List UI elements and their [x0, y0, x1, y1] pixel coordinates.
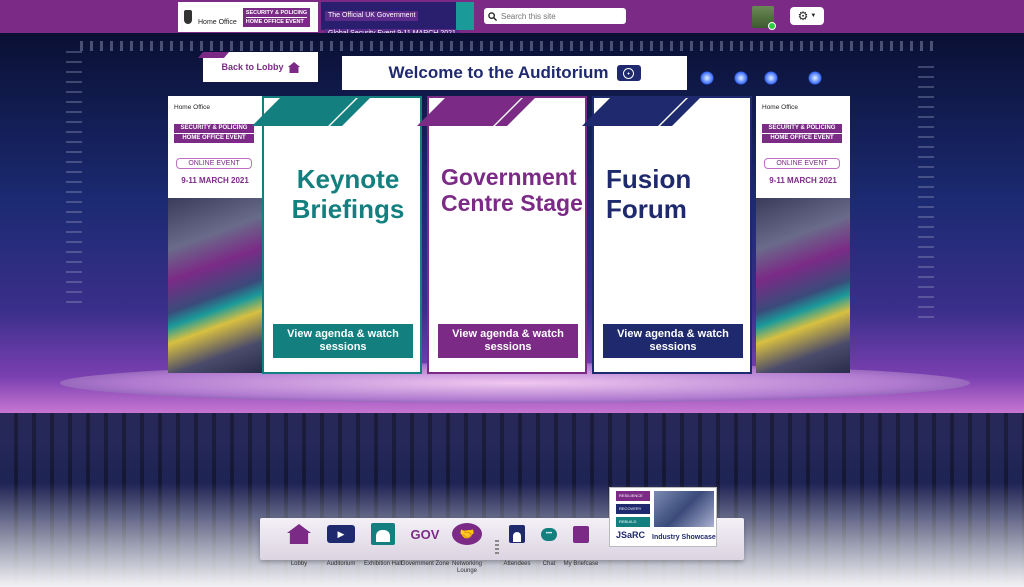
- play-icon: [327, 525, 355, 543]
- spotlight: [700, 71, 714, 85]
- banner-home-office: Home Office: [174, 104, 211, 111]
- panel-title: Government Centre Stage: [441, 164, 583, 216]
- showcase-tag: RESILIENCE: [616, 491, 650, 501]
- user-avatar[interactable]: [752, 6, 776, 30]
- spotlight: [808, 71, 822, 85]
- view-agenda-button[interactable]: View agenda & watch sessions: [438, 324, 578, 358]
- banner-badge: SECURITY & POLICING HOME OFFICE EVENT: [762, 124, 842, 143]
- home-office-text: Home Office: [198, 18, 237, 26]
- gear-icon: ⚙: [797, 9, 809, 23]
- nav-my-briefcase[interactable]: My Briefcase: [556, 521, 606, 567]
- briefcase-icon: [573, 525, 589, 543]
- back-to-lobby-button[interactable]: Back to Lobby: [197, 52, 318, 82]
- banner-badge-line-2: HOME OFFICE EVENT: [182, 135, 246, 141]
- security-policing-badge: SECURITY & POLICING HOME OFFICE EVENT: [242, 7, 311, 27]
- fusion-forum-panel[interactable]: Fusion Forum View agenda & watch session…: [582, 96, 752, 374]
- exhibition-icon: [371, 523, 395, 545]
- banner-photo: [756, 198, 850, 373]
- banner-badge-line-2: HOME OFFICE EVENT: [770, 135, 834, 141]
- banner-online-event: ONLINE EVENT: [176, 158, 252, 169]
- person-icon: [509, 525, 525, 543]
- government-centre-stage-panel[interactable]: Government Centre Stage View agenda & wa…: [417, 96, 587, 374]
- spotlight: [734, 71, 748, 85]
- home-icon: [287, 524, 311, 544]
- panel-title: Keynote Briefings: [291, 164, 405, 224]
- handshake-icon: 🤝: [452, 523, 482, 545]
- search-box[interactable]: [484, 8, 626, 24]
- panel-flag: [252, 98, 356, 126]
- keynote-briefings-panel[interactable]: Keynote Briefings View agenda & watch se…: [252, 96, 422, 374]
- showcase-tag: REBUILD: [616, 517, 650, 527]
- chevron-down-icon: ▼: [810, 13, 817, 19]
- home-office-logo[interactable]: Home Office SECURITY & POLICING HOME OFF…: [178, 2, 318, 32]
- banner-home-office: Home Office: [762, 104, 799, 111]
- crest-icon: [184, 10, 192, 24]
- truss-right: [918, 58, 934, 318]
- banner-date: 9-11 MARCH 2021: [769, 176, 837, 185]
- official-line-1: The Official UK Government: [325, 11, 419, 21]
- panel-flag: [582, 98, 686, 126]
- nav-networking-lounge-label: Networking Lounge: [451, 561, 482, 574]
- panel-title: Fusion Forum: [606, 164, 692, 224]
- banner-badge-line-1: SECURITY & POLICING: [762, 124, 842, 134]
- page-title: Welcome to the Auditorium: [388, 63, 609, 82]
- search-input[interactable]: [501, 11, 619, 21]
- welcome-banner: Welcome to the Auditorium: [342, 56, 687, 90]
- nav-my-briefcase-label: My Briefcase: [563, 561, 599, 567]
- badge-line-2: HOME OFFICE EVENT: [245, 18, 304, 25]
- settings-button[interactable]: ⚙ ▼: [790, 7, 824, 25]
- official-event-logo[interactable]: The Official UK Government Global Securi…: [321, 2, 474, 39]
- event-banner-left: Home Office SECURITY & POLICING HOME OFF…: [168, 96, 262, 373]
- lighting-rig: [80, 41, 940, 51]
- badge-line-1: SECURITY & POLICING: [245, 9, 308, 18]
- event-banner-right: Home Office SECURITY & POLICING HOME OFF…: [756, 96, 850, 373]
- nav-networking-lounge[interactable]: 🤝 Networking Lounge: [442, 521, 492, 574]
- home-icon: [287, 61, 300, 73]
- accent-slash: [197, 52, 229, 58]
- banner-badge-line-1: SECURITY & POLICING: [174, 124, 254, 134]
- showcase-image: [654, 491, 714, 527]
- showcase-tag: RECOVERY: [616, 504, 650, 514]
- logo-accent: [456, 2, 474, 30]
- industry-showcase-button[interactable]: RESILIENCE RECOVERY REBUILD JSaRC Indust…: [609, 487, 717, 547]
- view-agenda-button[interactable]: View agenda & watch sessions: [603, 324, 743, 358]
- play-icon: [616, 65, 641, 81]
- banner-badge: SECURITY & POLICING HOME OFFICE EVENT: [174, 124, 254, 143]
- industry-showcase-label: Industry Showcase: [652, 534, 716, 541]
- spotlight: [764, 71, 778, 85]
- gov-icon: GOV: [410, 526, 440, 542]
- jsarc-logo: JSaRC: [616, 530, 646, 540]
- search-icon: [488, 11, 497, 21]
- online-status-icon: [768, 22, 776, 30]
- panel-flag: [417, 98, 521, 126]
- back-to-lobby-label: Back to Lobby: [221, 62, 284, 72]
- view-agenda-button[interactable]: View agenda & watch sessions: [273, 324, 413, 358]
- truss-left: [66, 43, 82, 303]
- chat-icon: •••: [541, 527, 557, 541]
- banner-photo: [168, 198, 262, 373]
- banner-online-event: ONLINE EVENT: [764, 158, 840, 169]
- banner-date: 9-11 MARCH 2021: [181, 176, 249, 185]
